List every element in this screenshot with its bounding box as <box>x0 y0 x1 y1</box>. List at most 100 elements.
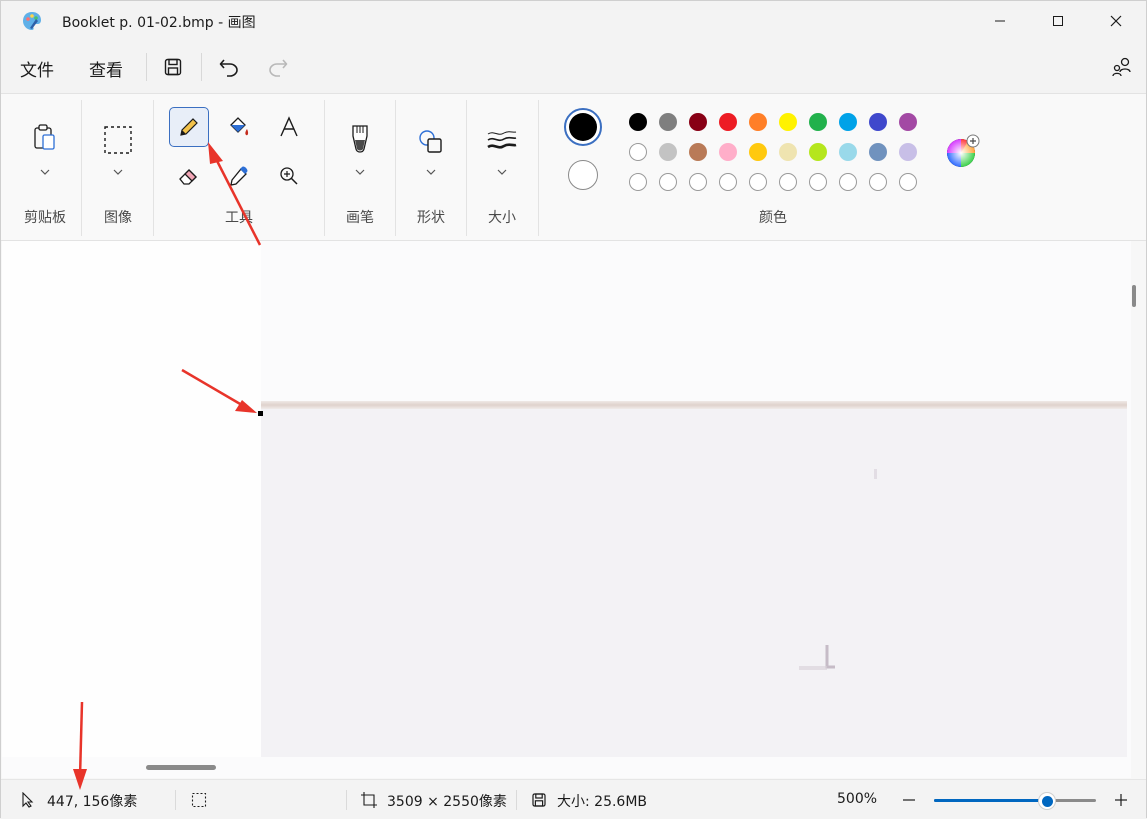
palette-swatch[interactable] <box>629 143 647 161</box>
edit-colors-button[interactable] <box>942 132 982 172</box>
ribbon-separator <box>538 100 539 236</box>
palette-swatch[interactable] <box>689 143 707 161</box>
selection-rectangle-icon <box>104 126 132 154</box>
redo-icon <box>269 59 288 77</box>
cursor-icon <box>22 792 34 808</box>
maximize-button[interactable] <box>1029 1 1087 41</box>
plus-icon <box>1115 794 1127 806</box>
zoom-slider-fill <box>934 799 1048 802</box>
group-label-size: 大小 <box>488 210 516 226</box>
palette-swatch[interactable] <box>719 143 737 161</box>
palette-swatch[interactable] <box>839 143 857 161</box>
text-tool[interactable] <box>269 107 309 147</box>
save-button[interactable] <box>157 51 189 83</box>
close-button[interactable] <box>1087 1 1145 41</box>
zoom-out-button[interactable] <box>899 790 919 810</box>
eyedropper-icon <box>230 166 248 186</box>
cursor-position: 447, 156像素 <box>47 794 138 810</box>
chevron-down-icon[interactable] <box>424 167 438 177</box>
magnifier-tool[interactable] <box>269 156 309 196</box>
palette-swatch[interactable] <box>659 143 677 161</box>
maximize-icon <box>1053 16 1063 26</box>
palette-swatch[interactable] <box>659 173 677 191</box>
secondary-color[interactable] <box>568 160 598 190</box>
palette-swatch[interactable] <box>689 113 707 131</box>
zoom-slider-thumb[interactable] <box>1038 792 1057 810</box>
text-icon <box>280 116 298 137</box>
palette-swatch[interactable] <box>629 113 647 131</box>
menu-view[interactable]: 查看 <box>89 56 123 81</box>
primary-color[interactable] <box>564 108 602 146</box>
palette-swatch[interactable] <box>809 173 827 191</box>
palette-swatch[interactable] <box>719 173 737 191</box>
palette-swatch[interactable] <box>839 113 857 131</box>
canvas-image-region <box>261 403 1127 757</box>
zoom-slider[interactable] <box>934 792 1096 810</box>
color-picker-tool[interactable] <box>219 156 259 196</box>
group-label-image: 图像 <box>104 210 132 226</box>
paint-app-icon <box>23 12 41 30</box>
account-button[interactable] <box>1106 51 1138 83</box>
ribbon-separator <box>81 100 82 236</box>
file-size-icon <box>532 793 546 807</box>
palette-swatch[interactable] <box>839 173 857 191</box>
menu-file[interactable]: 文件 <box>20 56 54 81</box>
chevron-down-icon[interactable] <box>353 167 367 177</box>
palette-swatch[interactable] <box>809 113 827 131</box>
status-separator <box>346 790 347 810</box>
zoom-icon <box>280 167 298 185</box>
palette-swatch[interactable] <box>629 173 647 191</box>
chevron-down-icon[interactable] <box>111 167 125 177</box>
vertical-scrollbar[interactable] <box>1132 285 1136 307</box>
palette-swatch[interactable] <box>749 173 767 191</box>
canvas-speck <box>874 469 877 479</box>
fill-tool[interactable] <box>219 107 259 147</box>
chevron-down-icon[interactable] <box>38 167 52 177</box>
undo-button[interactable] <box>213 51 245 83</box>
menu-separator <box>146 53 147 81</box>
size-button[interactable] <box>482 122 522 162</box>
clipboard-button[interactable] <box>24 118 64 158</box>
palette-swatch[interactable] <box>869 173 887 191</box>
shapes-button[interactable] <box>411 122 451 162</box>
minimize-button[interactable] <box>971 1 1029 41</box>
palette-swatch[interactable] <box>869 113 887 131</box>
shapes-icon <box>419 130 442 153</box>
ribbon: 剪贴板 图像 工具 画笔 形状 大小 颜色 <box>1 93 1146 241</box>
palette-swatch[interactable] <box>899 143 917 161</box>
people-icon <box>1112 57 1131 77</box>
group-label-tools: 工具 <box>225 210 253 226</box>
chevron-down-icon[interactable] <box>495 167 509 177</box>
redo-button[interactable] <box>262 51 294 83</box>
undo-icon <box>219 59 238 77</box>
brushes-button[interactable] <box>340 120 380 160</box>
menu-bar: 文件 查看 <box>1 41 1146 93</box>
palette-swatch[interactable] <box>689 173 707 191</box>
canvas-mark <box>799 645 835 670</box>
palette-swatch[interactable] <box>809 143 827 161</box>
canvas-size-icon <box>361 792 377 808</box>
palette-swatch[interactable] <box>749 113 767 131</box>
selection-size-icon <box>191 792 207 808</box>
palette-swatch[interactable] <box>869 143 887 161</box>
canvas-size: 3509 × 2550像素 <box>387 794 507 810</box>
group-label-shapes: 形状 <box>417 210 445 226</box>
palette-swatch[interactable] <box>779 173 797 191</box>
eraser-tool[interactable] <box>169 156 209 196</box>
palette-swatch[interactable] <box>659 113 677 131</box>
pencil-tool[interactable] <box>169 107 209 147</box>
palette-swatch[interactable] <box>899 173 917 191</box>
pencil-icon <box>180 118 198 136</box>
file-size: 大小: 25.6MB <box>557 794 648 810</box>
zoom-level[interactable]: 500% <box>837 791 877 807</box>
zoom-in-button[interactable] <box>1111 790 1131 810</box>
drawn-dot <box>258 411 263 416</box>
palette-swatch[interactable] <box>779 143 797 161</box>
palette-swatch[interactable] <box>719 113 737 131</box>
horizontal-scrollbar[interactable] <box>146 765 216 770</box>
canvas-area[interactable] <box>2 241 1131 778</box>
select-button[interactable] <box>98 120 138 160</box>
palette-swatch[interactable] <box>749 143 767 161</box>
palette-swatch[interactable] <box>779 113 797 131</box>
palette-swatch[interactable] <box>899 113 917 131</box>
